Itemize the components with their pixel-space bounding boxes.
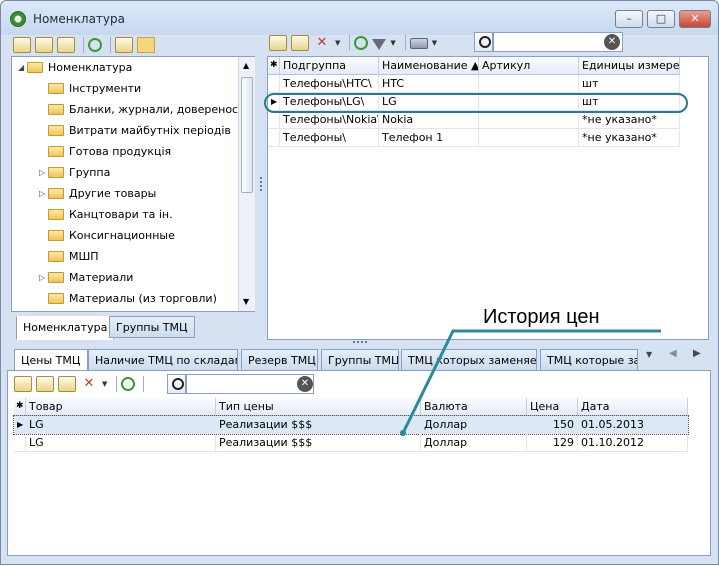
callout-line <box>401 329 661 434</box>
app-window: Номенклатура – □ ✕ ◢ Номенклатура Інструме… <box>0 0 719 565</box>
callout-pointer <box>400 329 661 436</box>
callout-dot <box>400 430 406 436</box>
